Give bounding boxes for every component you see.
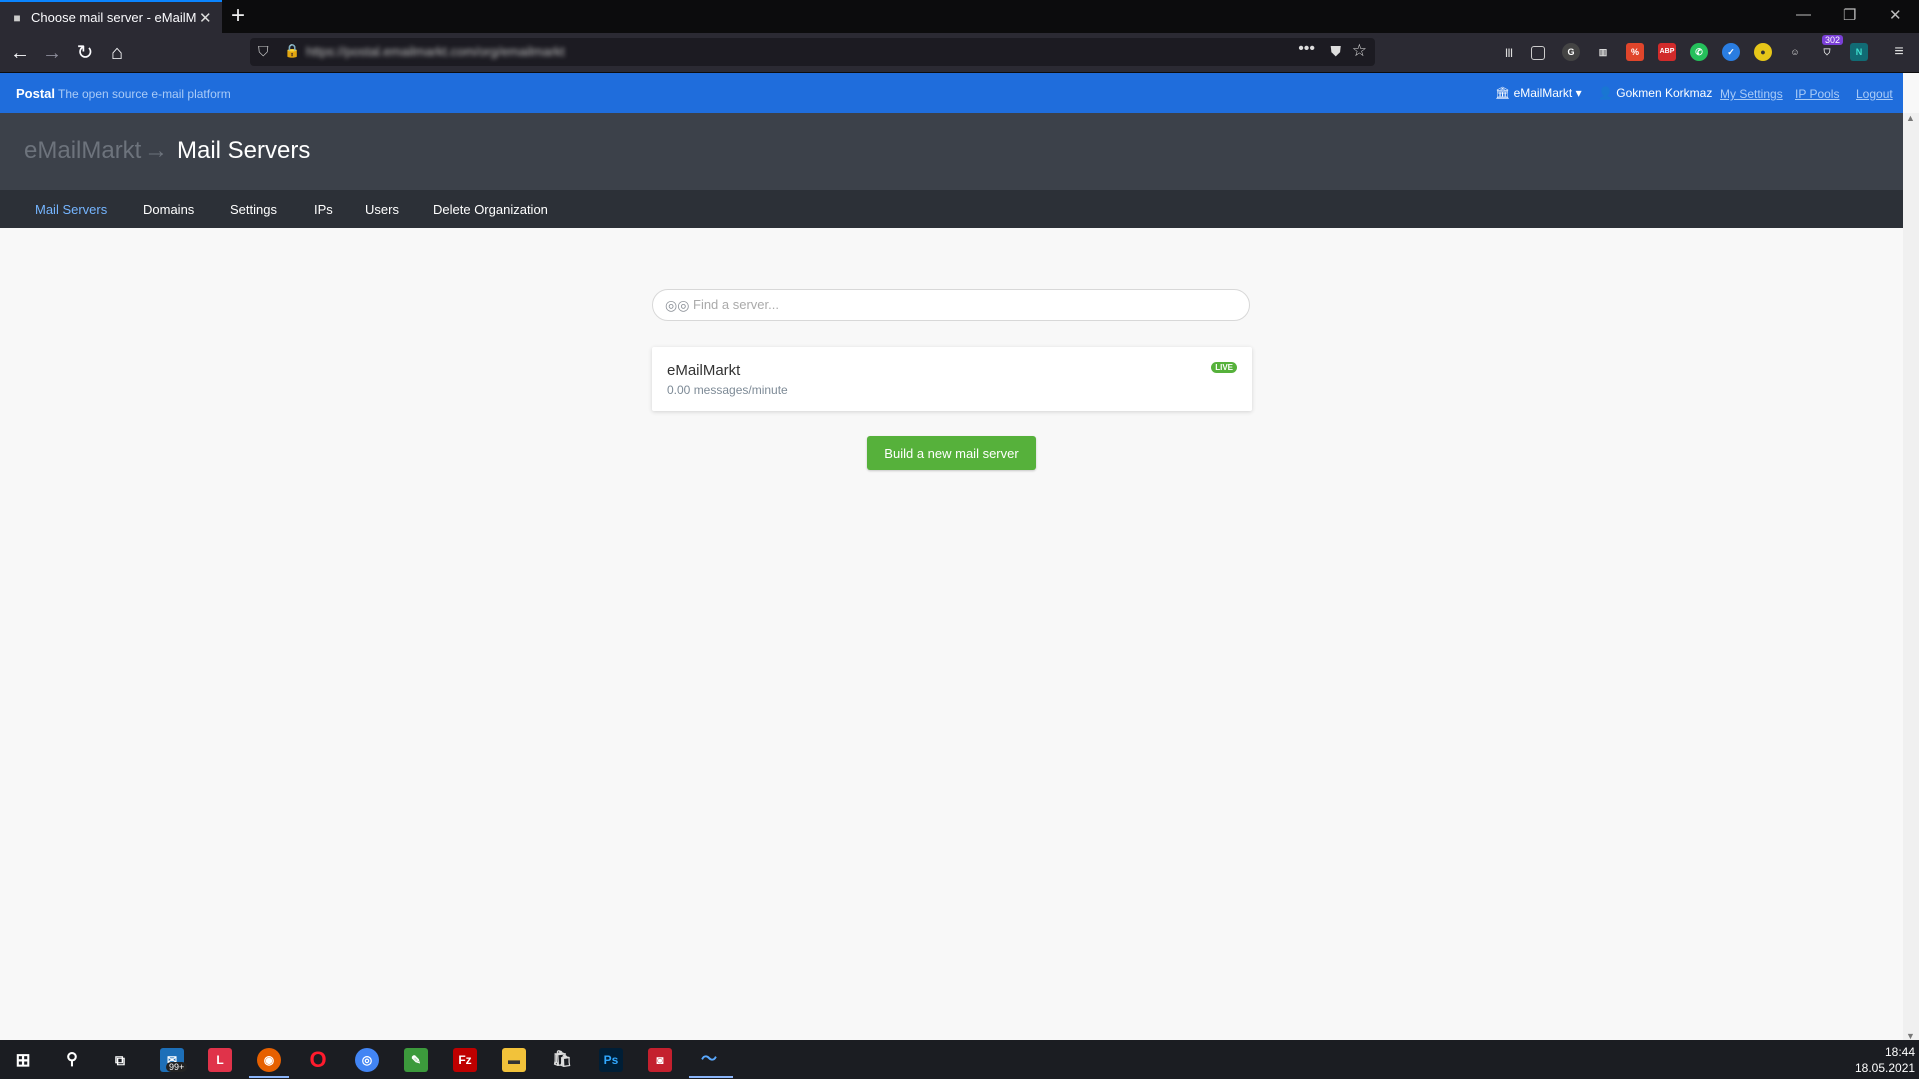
minimize-icon[interactable]: — <box>1796 6 1811 23</box>
tab-users[interactable]: Users <box>365 202 399 217</box>
new-tab-icon[interactable]: + <box>231 3 245 29</box>
browser-toolbar: ← → ↻ ⌂ ⛉ 🔒 https://postal.emailmarkt.co… <box>0 33 1919 73</box>
windows-start-icon[interactable]: ⊞ <box>11 1048 35 1072</box>
tracking-shield-icon[interactable]: ⛉ <box>258 43 269 60</box>
restore-icon[interactable]: ❐ <box>1843 6 1856 24</box>
organization-name: eMailMarkt <box>1513 86 1573 100</box>
extension-yellow-icon[interactable]: ● <box>1754 43 1772 61</box>
brand-tagline: The open source e-mail platform <box>58 87 231 101</box>
close-tab-icon[interactable]: ✕ <box>199 9 212 27</box>
chrome-icon[interactable]: ◎ <box>355 1048 379 1072</box>
close-window-icon[interactable]: ✕ <box>1889 6 1902 24</box>
system-clock[interactable]: 18:44 18.05.2021 <box>1855 1044 1915 1076</box>
url-text[interactable]: https://postal.emailmarkt.com/org/emailm… <box>306 44 565 59</box>
postal-favicon-icon: ■ <box>13 11 21 25</box>
server-name: eMailMarkt <box>667 362 741 379</box>
page-scrollbar[interactable]: ▲ ▼ <box>1903 113 1919 1041</box>
sidebar-icon[interactable] <box>1531 46 1545 60</box>
tab-settings[interactable]: Settings <box>230 202 277 217</box>
photoshop-icon[interactable]: Ps <box>599 1048 623 1072</box>
ip-pools-link[interactable]: IP Pools <box>1795 87 1839 101</box>
extension-badge: 302 <box>1822 35 1844 45</box>
back-icon[interactable]: ← <box>6 39 34 67</box>
organization-menu[interactable]: 🏛 eMailMarkt ▾ <box>1495 86 1582 100</box>
notepad-plus-icon[interactable]: ✎ <box>404 1048 428 1072</box>
extension-ruler-icon[interactable]: ▥ <box>1594 43 1612 61</box>
filezilla-icon[interactable]: Fz <box>453 1048 477 1072</box>
tab-ips[interactable]: IPs <box>314 202 333 217</box>
browser-tab[interactable]: ■ Choose mail server - eMailMarkt ✕ <box>0 0 222 33</box>
extension-n-icon[interactable]: N <box>1850 43 1868 61</box>
page-actions-icon[interactable]: ••• <box>1298 40 1315 58</box>
url-bar[interactable]: ⛉ 🔒 https://postal.emailmarkt.com/org/em… <box>250 38 1375 66</box>
extension-g-icon[interactable]: G <box>1562 43 1580 61</box>
postal-header: Postal The open source e-mail platform 🏛… <box>0 73 1903 113</box>
clock-time: 18:44 <box>1884 1045 1915 1059</box>
tab-title: Choose mail server - eMailMarkt <box>31 10 196 25</box>
extension-percent-icon[interactable]: % <box>1626 43 1644 61</box>
tab-domains[interactable]: Domains <box>143 202 194 217</box>
extension-mask-icon[interactable]: ☺ <box>1786 43 1804 61</box>
hamburger-menu-icon[interactable]: ≡ <box>1890 43 1908 61</box>
search-input[interactable] <box>691 296 1235 313</box>
server-card[interactable]: eMailMarkt 0.00 messages/minute LIVE <box>652 347 1252 411</box>
my-settings-link[interactable]: My Settings <box>1720 87 1783 101</box>
caret-down-icon: ▾ <box>1575 86 1582 100</box>
lock-icon[interactable]: 🔒 <box>284 43 300 59</box>
extension-check-icon[interactable]: ✓ <box>1722 43 1740 61</box>
tab-delete-organization[interactable]: Delete Organization <box>433 202 548 217</box>
bookmark-star-icon[interactable]: ☆ <box>1352 41 1367 61</box>
extension-shield-icon[interactable]: ⛉ <box>1818 43 1836 61</box>
windows-taskbar: ⊞ ⚲ ⧉ ✉ 99+ L ◉ O ◎ ✎ Fz ▬ 🛍 Ps ◙ 〜 18:4… <box>0 1040 1919 1079</box>
server-rate: 0.00 messages/minute <box>667 383 788 397</box>
tab-mail-servers[interactable]: Mail Servers <box>35 202 107 217</box>
store-icon[interactable]: 🛍 <box>550 1048 574 1072</box>
scroll-up-icon[interactable]: ▲ <box>1906 113 1915 123</box>
breadcrumb-arrow: → <box>144 137 168 164</box>
task-view-icon[interactable]: ⧉ <box>108 1048 132 1072</box>
logout-link[interactable]: Logout <box>1856 87 1893 101</box>
opera-icon[interactable]: O <box>306 1048 330 1072</box>
build-server-button[interactable]: Build a new mail server <box>867 436 1036 470</box>
binoculars-icon: ◎◎ <box>665 297 690 313</box>
search-icon[interactable]: ⚲ <box>60 1048 84 1072</box>
firefox-active-indicator <box>249 1076 289 1078</box>
user-name: Gokmen Korkmaz <box>1616 86 1713 100</box>
pocket-icon[interactable]: ⛊ <box>1331 43 1342 60</box>
server-search: ◎◎ <box>652 289 1250 321</box>
user-menu[interactable]: 👤 Gokmen Korkmaz <box>1598 86 1712 100</box>
forward-icon[interactable]: → <box>38 39 66 67</box>
active-app-indicator <box>689 1076 733 1078</box>
breadcrumb-organization[interactable]: eMailMarkt <box>24 137 141 165</box>
app-red-icon[interactable]: L <box>208 1048 232 1072</box>
organization-nav: Mail Servers Domains Settings IPs Users … <box>0 190 1903 228</box>
file-explorer-icon[interactable]: ▬ <box>502 1048 526 1072</box>
brand-logo[interactable]: Postal <box>16 86 55 101</box>
camera-app-icon[interactable]: ◙ <box>648 1048 672 1072</box>
mail-badge: 99+ <box>166 1062 188 1072</box>
status-badge: LIVE <box>1211 362 1237 373</box>
home-icon[interactable]: ⌂ <box>103 39 131 67</box>
user-icon: 👤 <box>1598 86 1613 100</box>
app-swoosh-icon[interactable]: 〜 <box>697 1048 721 1072</box>
whatsapp-icon[interactable]: ✆ <box>1690 43 1708 61</box>
clock-date: 18.05.2021 <box>1855 1061 1916 1075</box>
browser-tab-bar: ■ Choose mail server - eMailMarkt ✕ + — … <box>0 0 1919 33</box>
building-icon: 🏛 <box>1495 86 1511 100</box>
page-title: Mail Servers <box>177 137 311 164</box>
library-icon[interactable]: ||| <box>1500 43 1518 61</box>
page-header: eMailMarkt → Mail Servers <box>0 113 1903 190</box>
reload-icon[interactable]: ↻ <box>71 39 99 67</box>
firefox-icon[interactable]: ◉ <box>257 1048 281 1072</box>
adblock-plus-icon[interactable]: ABP <box>1658 43 1676 61</box>
